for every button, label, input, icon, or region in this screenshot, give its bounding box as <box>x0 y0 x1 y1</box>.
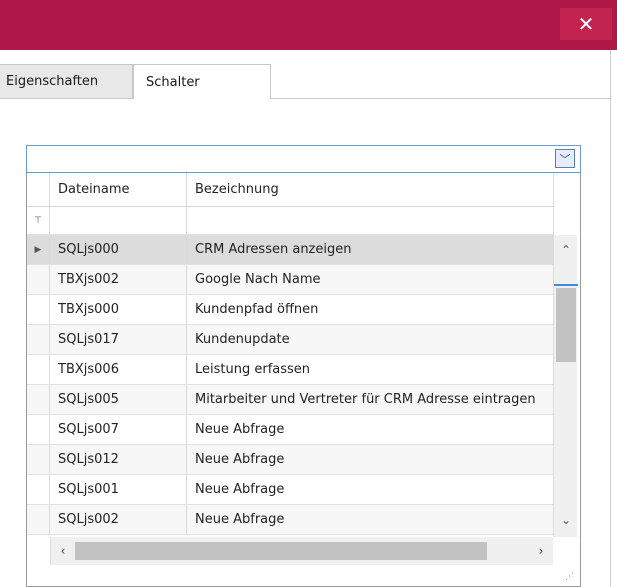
column-header-bezeichnung[interactable]: Bezeichnung <box>187 173 553 206</box>
scrollbar-corner-left <box>27 537 51 565</box>
row-header-cell[interactable] <box>27 475 50 504</box>
cell-dateiname[interactable]: SQLjs005 <box>50 385 187 414</box>
cell-bezeichnung[interactable]: Neue Abfrage <box>187 505 553 534</box>
row-header-cell[interactable] <box>27 415 50 444</box>
vertical-scroll-thumb[interactable] <box>556 288 576 362</box>
row-header-cell[interactable] <box>27 355 50 384</box>
table-row[interactable]: ▶ SQLjs000 CRM Adressen anzeigen <box>27 235 553 265</box>
tab-schalter[interactable]: Schalter <box>133 64 271 99</box>
column-header-dateiname[interactable]: Dateiname <box>50 173 187 206</box>
scroll-down-button[interactable]: ⌄ <box>554 505 578 535</box>
scroll-left-button[interactable]: ‹ <box>51 537 75 565</box>
tab-label: Schalter <box>146 74 200 90</box>
table-row[interactable]: SQLjs002 Neue Abfrage <box>27 505 553 535</box>
script-combobox[interactable] <box>26 145 581 173</box>
cell-bezeichnung[interactable]: Neue Abfrage <box>187 475 553 504</box>
chevron-up-icon: ⌃ <box>560 243 572 257</box>
filter-cell-dateiname[interactable] <box>50 207 187 234</box>
cell-dateiname[interactable]: SQLjs002 <box>50 505 187 534</box>
table-row[interactable]: SQLjs007 Neue Abfrage <box>27 415 553 445</box>
cell-bezeichnung[interactable]: CRM Adressen anzeigen <box>187 235 553 264</box>
cell-bezeichnung[interactable]: Kundenupdate <box>187 325 553 354</box>
table-row[interactable]: SQLjs001 Neue Abfrage <box>27 475 553 505</box>
grid-filter-row: ⊤ <box>27 207 553 235</box>
table-row[interactable]: TBXjs000 Kundenpfad öffnen <box>27 295 553 325</box>
filter-icon: ⊤ <box>27 207 50 234</box>
cell-bezeichnung[interactable]: Leistung erfassen <box>187 355 553 384</box>
scroll-up-button[interactable]: ⌃ <box>554 235 578 265</box>
row-header-corner <box>27 173 50 206</box>
window-border <box>610 50 611 587</box>
cell-bezeichnung[interactable]: Kundenpfad öffnen <box>187 295 553 324</box>
chevron-down-icon: ⌄ <box>560 513 572 527</box>
tab-eigenschaften[interactable]: Eigenschaften <box>0 64 133 98</box>
horizontal-scroll-thumb[interactable] <box>75 542 487 560</box>
close-button[interactable]: ✕ <box>560 8 612 40</box>
tab-strip-divider <box>0 98 611 99</box>
close-icon: ✕ <box>577 12 595 36</box>
row-header-cell[interactable] <box>27 295 50 324</box>
grid-header-row: Dateiname Bezeichnung <box>27 173 553 207</box>
cell-dateiname[interactable]: SQLjs007 <box>50 415 187 444</box>
table-row[interactable]: SQLjs017 Kundenupdate <box>27 325 553 355</box>
table-row[interactable]: TBXjs002 Google Nach Name <box>27 265 553 295</box>
table-row[interactable]: SQLjs005 Mitarbeiter und Vertreter für CR… <box>27 385 553 415</box>
cell-dateiname[interactable]: SQLjs012 <box>50 445 187 474</box>
cell-dateiname[interactable]: TBXjs002 <box>50 265 187 294</box>
table-row[interactable]: TBXjs006 Leistung erfassen <box>27 355 553 385</box>
scrollbar-header-spacer <box>554 173 578 235</box>
chevron-right-icon: › <box>538 544 544 558</box>
cell-dateiname[interactable]: TBXjs006 <box>50 355 187 384</box>
data-grid[interactable]: Dateiname Bezeichnung ⊤ ▶ SQLjs000 CRM Adr… <box>27 173 553 537</box>
cell-bezeichnung[interactable]: Google Nach Name <box>187 265 553 294</box>
chevron-left-icon: ‹ <box>60 544 66 558</box>
cell-dateiname[interactable]: TBXjs000 <box>50 295 187 324</box>
chevron-down-icon: ﹀ <box>559 152 571 166</box>
resize-grip-icon[interactable]: ⋰ <box>565 573 574 582</box>
filter-cell-bezeichnung[interactable] <box>187 207 553 234</box>
cell-dateiname[interactable]: SQLjs001 <box>50 475 187 504</box>
row-header-cell[interactable] <box>27 505 50 534</box>
cell-bezeichnung[interactable]: Neue Abfrage <box>187 415 553 444</box>
cell-bezeichnung[interactable]: Mitarbeiter und Vertreter für CRM Adress… <box>187 385 553 414</box>
title-bar: ✕ <box>0 0 617 50</box>
row-indicator-icon[interactable]: ▶ <box>27 235 50 264</box>
cell-dateiname[interactable]: SQLjs000 <box>50 235 187 264</box>
row-header-cell[interactable] <box>27 265 50 294</box>
vertical-scrollbar[interactable]: ⌃ ⌄ <box>553 173 578 537</box>
table-row[interactable]: SQLjs012 Neue Abfrage <box>27 445 553 475</box>
tab-label: Eigenschaften <box>6 74 99 89</box>
cell-dateiname[interactable]: SQLjs017 <box>50 325 187 354</box>
combobox-dropdown-button[interactable]: ﹀ <box>555 149 575 168</box>
horizontal-scrollbar[interactable]: ‹ › <box>51 537 553 565</box>
cell-bezeichnung[interactable]: Neue Abfrage <box>187 445 553 474</box>
row-header-cell[interactable] <box>27 445 50 474</box>
scroll-position-marker <box>554 284 578 286</box>
row-header-cell[interactable] <box>27 385 50 414</box>
row-header-cell[interactable] <box>27 325 50 354</box>
scroll-right-button[interactable]: › <box>529 537 553 565</box>
